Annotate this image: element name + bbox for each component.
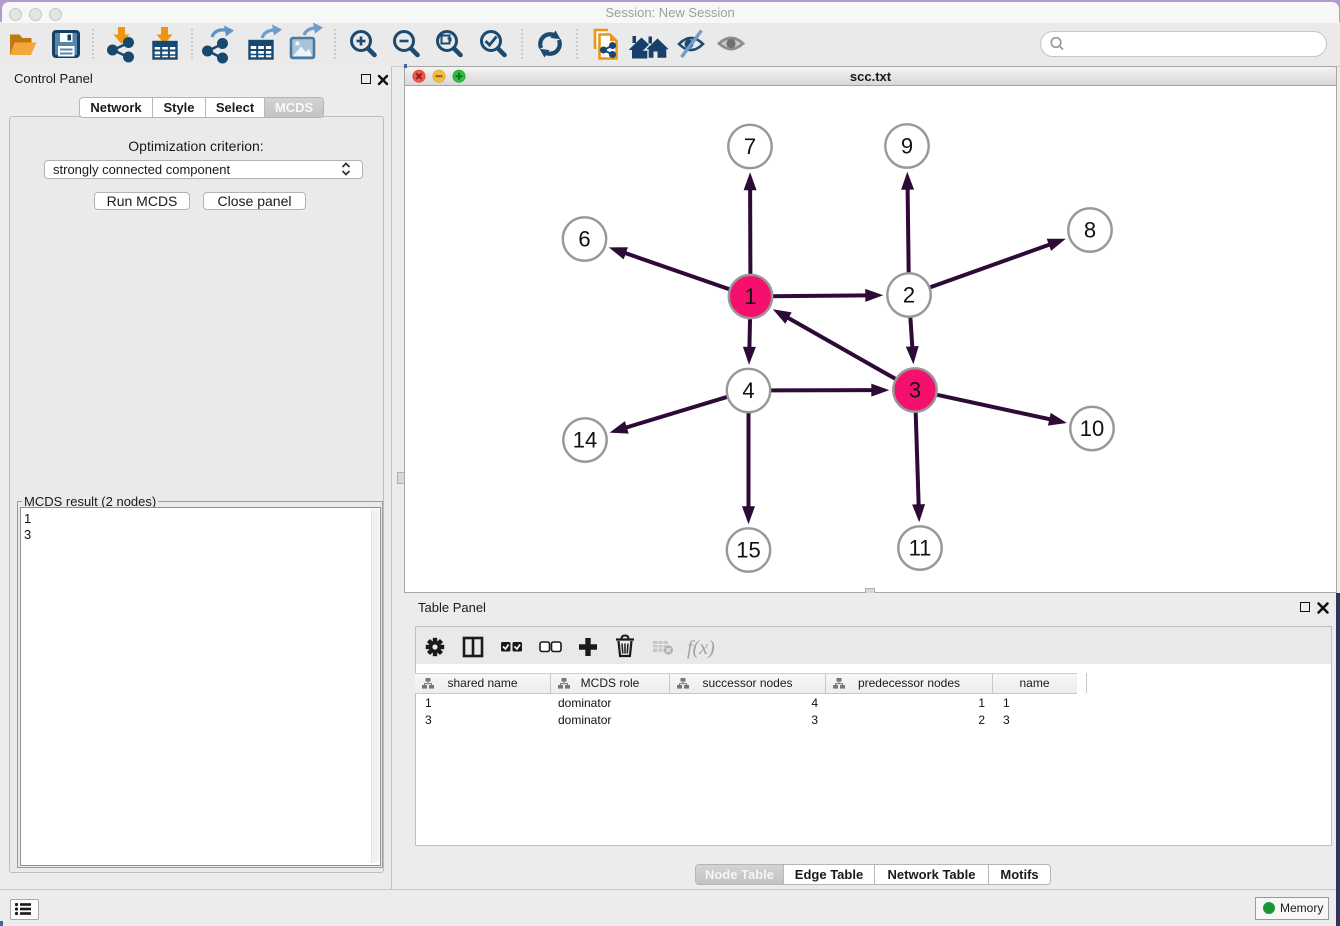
- svg-text:6: 6: [578, 227, 590, 252]
- svg-text:15: 15: [736, 538, 760, 563]
- svg-text:10: 10: [1080, 416, 1104, 441]
- svg-text:1: 1: [744, 284, 756, 309]
- svg-text:4: 4: [742, 378, 754, 403]
- svg-text:9: 9: [901, 134, 913, 159]
- svg-text:7: 7: [744, 134, 756, 159]
- svg-text:3: 3: [909, 378, 921, 403]
- svg-text:11: 11: [909, 536, 932, 561]
- svg-text:14: 14: [573, 428, 597, 453]
- svg-text:2: 2: [903, 283, 915, 308]
- svg-text:f(x): f(x): [687, 637, 715, 659]
- svg-text:8: 8: [1084, 218, 1096, 243]
